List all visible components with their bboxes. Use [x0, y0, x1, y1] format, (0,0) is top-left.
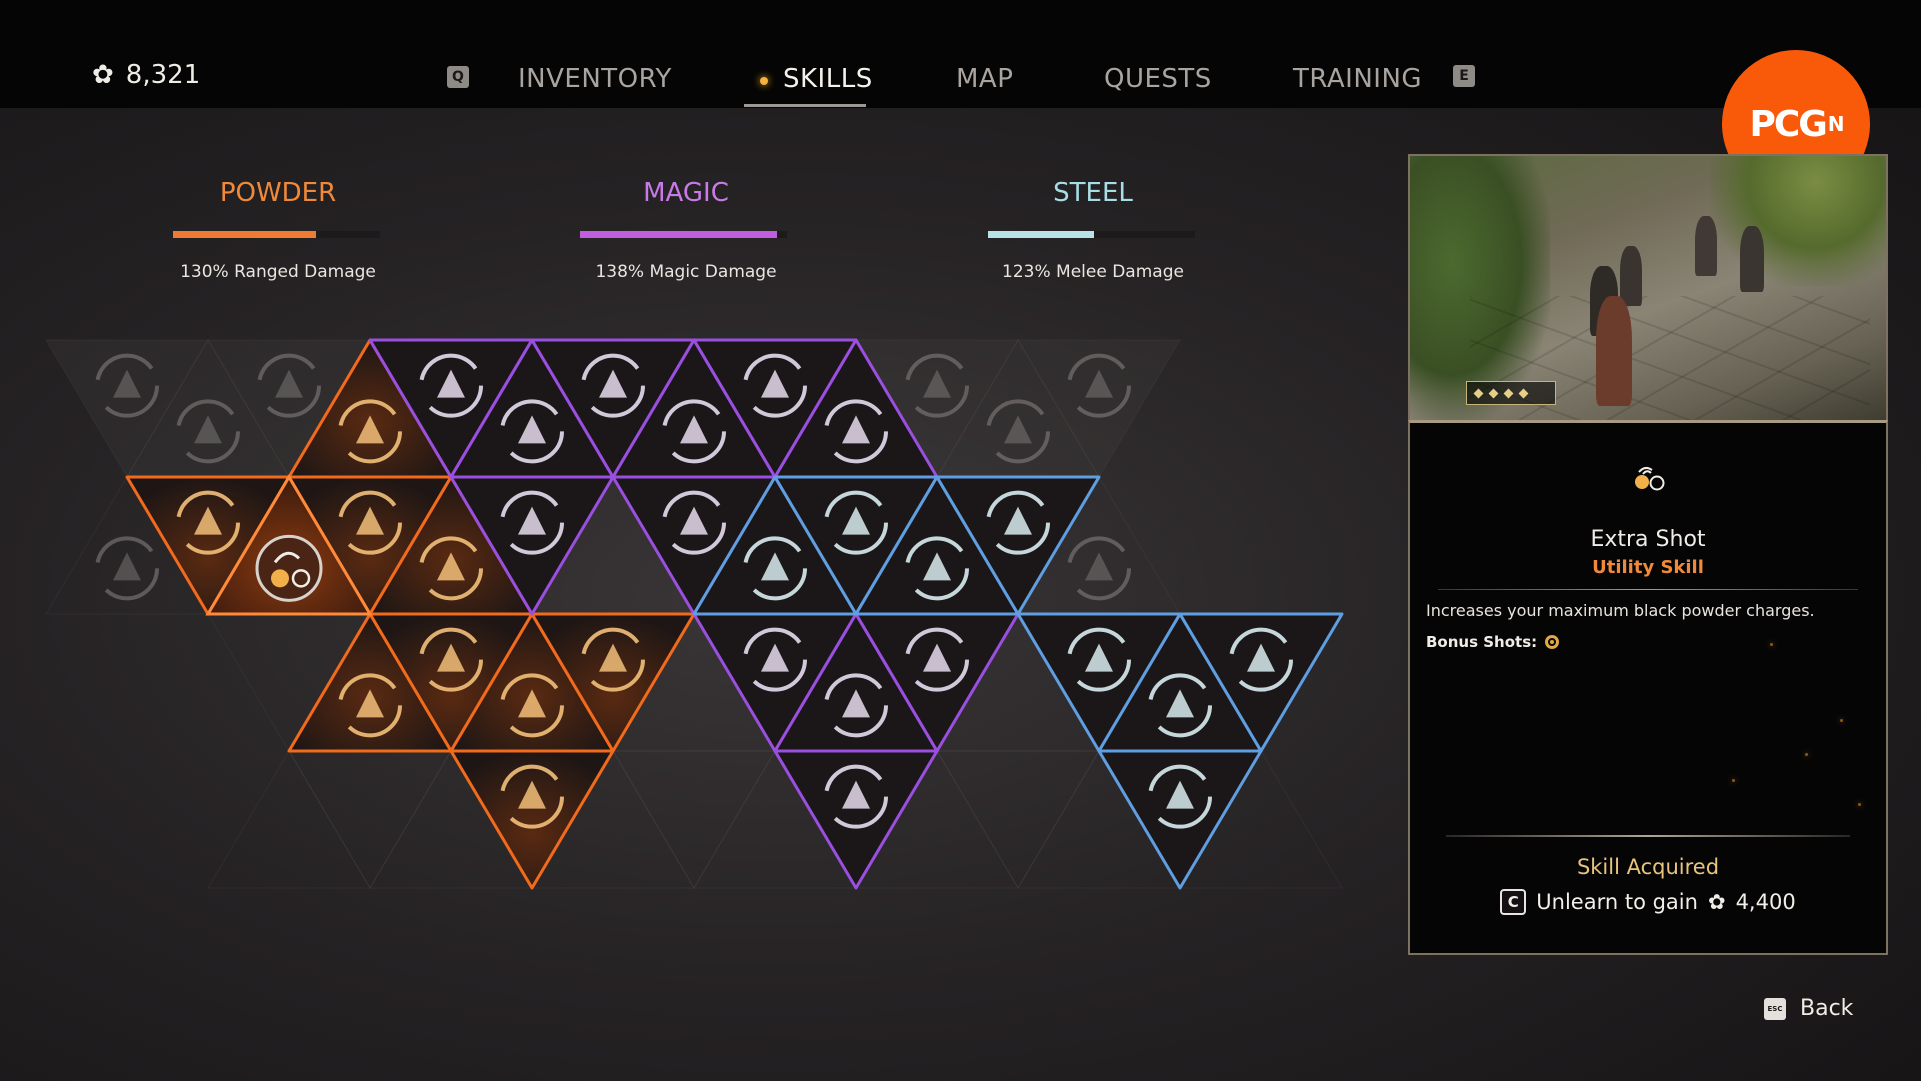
powder-charge-icon	[1545, 635, 1560, 649]
skill-detail-panel: Extra Shot Utility Skill Increases your …	[1408, 420, 1888, 955]
skill-tile-magic[interactable]	[773, 749, 939, 890]
esc-key[interactable]: ESC	[1764, 997, 1786, 1020]
locked-skill-icon[interactable]	[95, 536, 159, 601]
grid-cell	[612, 750, 776, 889]
back-label: Back	[1800, 996, 1854, 1021]
skill-name: Extra Shot	[1590, 527, 1706, 552]
unlearn-label: Unlearn to gain	[1536, 890, 1698, 914]
extra-shot-icon	[1635, 466, 1665, 491]
back-button[interactable]: ESC Back	[1764, 996, 1853, 1021]
gear-coin-icon: ✿	[1707, 890, 1726, 914]
preview-hud	[1466, 381, 1556, 405]
skill-status: Skill Acquired	[1576, 855, 1720, 879]
divider	[1438, 589, 1858, 590]
grid-cell	[207, 750, 371, 889]
unlearn-key[interactable]: C	[1500, 889, 1527, 915]
skill-tile-powder[interactable]	[449, 749, 615, 890]
grid-cell	[288, 750, 452, 889]
skill-description: Increases your maximum black powder char…	[1426, 601, 1815, 620]
grid-cell	[936, 750, 1100, 889]
bonus-label: Bonus Shots:	[1426, 633, 1538, 651]
skill-tile-steel[interactable]	[1097, 749, 1263, 890]
bonus-shots: Bonus Shots:	[1426, 633, 1560, 651]
unlearn-action[interactable]: C Unlearn to gain ✿ 4,400	[1410, 889, 1886, 915]
unlearn-refund: 4,400	[1735, 890, 1796, 914]
extra-shot-skill-icon[interactable]	[255, 534, 323, 602]
locked-skill-icon[interactable]	[1067, 536, 1131, 601]
divider	[1446, 835, 1850, 837]
skill-type: Utility Skill	[1592, 557, 1704, 578]
skill-preview-video	[1408, 154, 1888, 424]
